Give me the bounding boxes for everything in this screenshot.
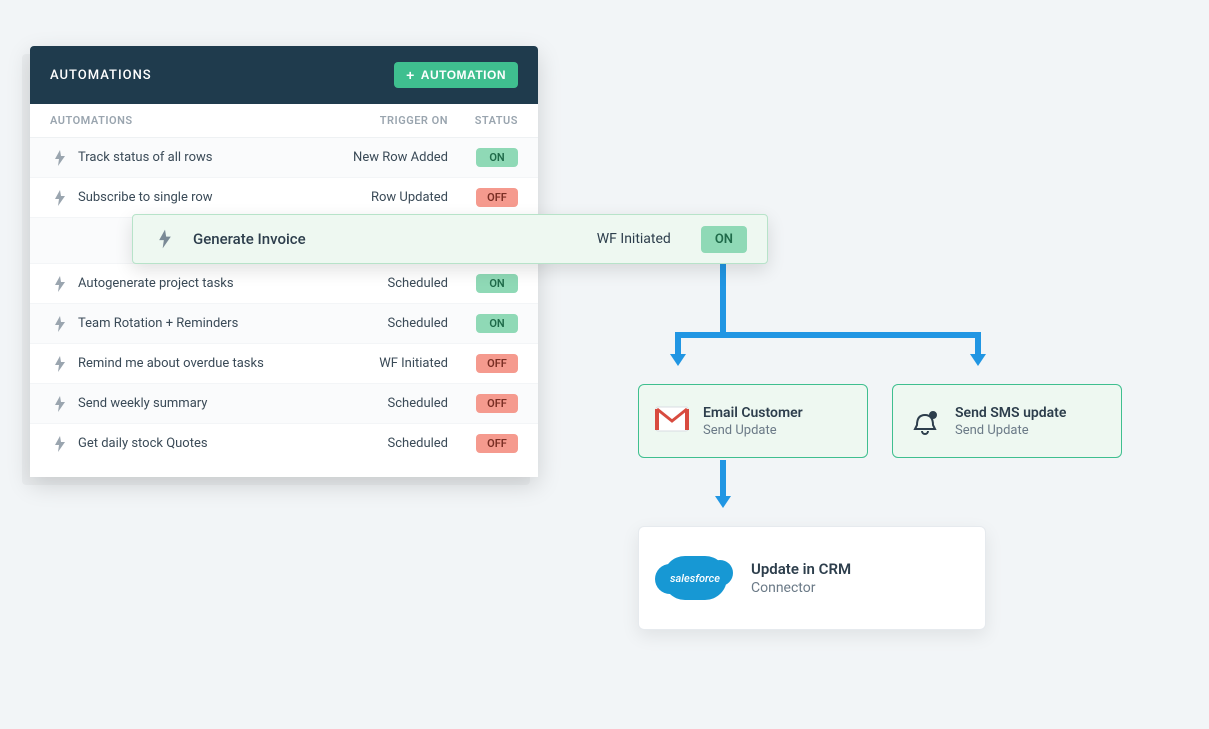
add-automation-button[interactable]: + AUTOMATION [394, 62, 518, 88]
row-trigger: Scheduled [318, 316, 448, 331]
col-header-name: AUTOMATIONS [50, 114, 318, 127]
row-status: OFF [448, 354, 518, 373]
connector-line [675, 332, 681, 356]
arrow-down-icon [715, 496, 731, 508]
row-name: Track status of all rows [78, 150, 318, 165]
row-status: OFF [448, 394, 518, 413]
row-status: ON [448, 314, 518, 333]
automation-rows: Track status of all rows New Row Added O… [30, 138, 538, 477]
row-name: Get daily stock Quotes [78, 436, 318, 451]
status-badge[interactable]: OFF [476, 434, 518, 453]
status-badge[interactable]: ON [476, 148, 518, 167]
lightning-icon [50, 396, 70, 412]
bell-icon [909, 405, 941, 437]
action-card-sms[interactable]: Send SMS update Send Update [892, 384, 1122, 458]
lightning-icon [153, 229, 177, 249]
lightning-icon [50, 356, 70, 372]
expanded-automation-row[interactable]: Generate Invoice WF Initiated ON [132, 214, 768, 264]
automation-row[interactable]: Team Rotation + Reminders Scheduled ON [30, 304, 538, 344]
row-trigger: Scheduled [318, 396, 448, 411]
row-name: Team Rotation + Reminders [78, 316, 318, 331]
status-badge[interactable]: OFF [476, 394, 518, 413]
row-trigger: Scheduled [318, 436, 448, 451]
col-header-trigger: TRIGGER ON [318, 114, 448, 127]
action-subtitle: Send Update [703, 423, 803, 438]
workflow-diagram: Email Customer Send Update Send SMS upda… [620, 264, 1160, 664]
arrow-down-icon [670, 354, 686, 366]
panel-title: AUTOMATIONS [50, 68, 152, 83]
status-badge[interactable]: OFF [476, 188, 518, 207]
status-badge[interactable]: ON [476, 314, 518, 333]
row-status: ON [448, 274, 518, 293]
connector-line [675, 332, 981, 338]
row-status: OFF [448, 188, 518, 207]
lightning-icon [50, 190, 70, 206]
automation-row[interactable]: Send weekly summary Scheduled OFF [30, 384, 538, 424]
connector-line [720, 264, 726, 332]
connector-line [720, 460, 726, 498]
row-trigger: Scheduled [318, 276, 448, 291]
lightning-icon [50, 436, 70, 452]
plus-icon: + [406, 68, 415, 82]
action-card-crm[interactable]: salesforce Update in CRM Connector [638, 526, 986, 630]
salesforce-label: salesforce [670, 572, 720, 585]
row-status: OFF [448, 434, 518, 453]
row-trigger: Row Updated [318, 190, 448, 205]
column-headers: AUTOMATIONS TRIGGER ON STATUS [30, 104, 538, 138]
status-badge[interactable]: ON [476, 274, 518, 293]
salesforce-icon: salesforce [663, 556, 727, 600]
action-title: Send SMS update [955, 405, 1066, 421]
row-name: Subscribe to single row [78, 190, 318, 205]
lightning-icon [50, 276, 70, 292]
row-trigger: WF Initiated [318, 356, 448, 371]
panel-header: AUTOMATIONS + AUTOMATION [30, 46, 538, 104]
lightning-icon [50, 150, 70, 166]
automation-row[interactable]: Track status of all rows New Row Added O… [30, 138, 538, 178]
row-name: Remind me about overdue tasks [78, 356, 318, 371]
action-title: Update in CRM [751, 560, 851, 578]
automation-row[interactable]: Autogenerate project tasks Scheduled ON [30, 264, 538, 304]
expanded-row-trigger: WF Initiated [597, 231, 671, 247]
row-name: Send weekly summary [78, 396, 318, 411]
action-card-email[interactable]: Email Customer Send Update [638, 384, 868, 458]
automation-row[interactable]: Remind me about overdue tasks WF Initiat… [30, 344, 538, 384]
add-automation-label: AUTOMATION [421, 68, 506, 82]
row-name: Autogenerate project tasks [78, 276, 318, 291]
arrow-down-icon [970, 354, 986, 366]
connector-line [975, 332, 981, 356]
col-header-status: STATUS [448, 114, 518, 127]
action-subtitle: Send Update [955, 423, 1066, 438]
lightning-icon [50, 316, 70, 332]
expanded-status-badge[interactable]: ON [701, 226, 747, 253]
row-trigger: New Row Added [318, 150, 448, 165]
expanded-row-name: Generate Invoice [193, 230, 597, 248]
automation-row[interactable]: Get daily stock Quotes Scheduled OFF [30, 424, 538, 477]
status-badge[interactable]: OFF [476, 354, 518, 373]
action-subtitle: Connector [751, 580, 851, 596]
automation-row[interactable]: Subscribe to single row Row Updated OFF [30, 178, 538, 218]
row-status: ON [448, 148, 518, 167]
gmail-icon [655, 406, 689, 436]
action-title: Email Customer [703, 405, 803, 421]
